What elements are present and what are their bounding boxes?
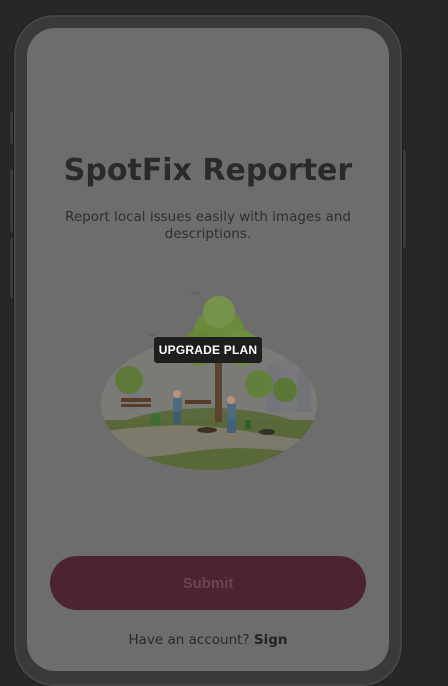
- page-stage: SpotFix Reporter Report local issues eas…: [0, 0, 448, 686]
- account-prompt-text: Have an account?: [128, 632, 250, 648]
- submit-button[interactable]: Submit: [50, 556, 366, 610]
- sign-link[interactable]: Sign: [254, 632, 288, 648]
- app-subtitle: Report local issues easily with images a…: [65, 209, 351, 242]
- upgrade-plan-button[interactable]: UPGRADE PLAN: [154, 337, 262, 363]
- app-title: SpotFix Reporter: [63, 153, 353, 188]
- power-button: [402, 150, 406, 248]
- account-prompt-line: Have an account? Sign: [27, 632, 389, 648]
- phone-screen: SpotFix Reporter Report local issues eas…: [27, 28, 389, 671]
- park-cleanup-illustration-icon: [101, 291, 317, 470]
